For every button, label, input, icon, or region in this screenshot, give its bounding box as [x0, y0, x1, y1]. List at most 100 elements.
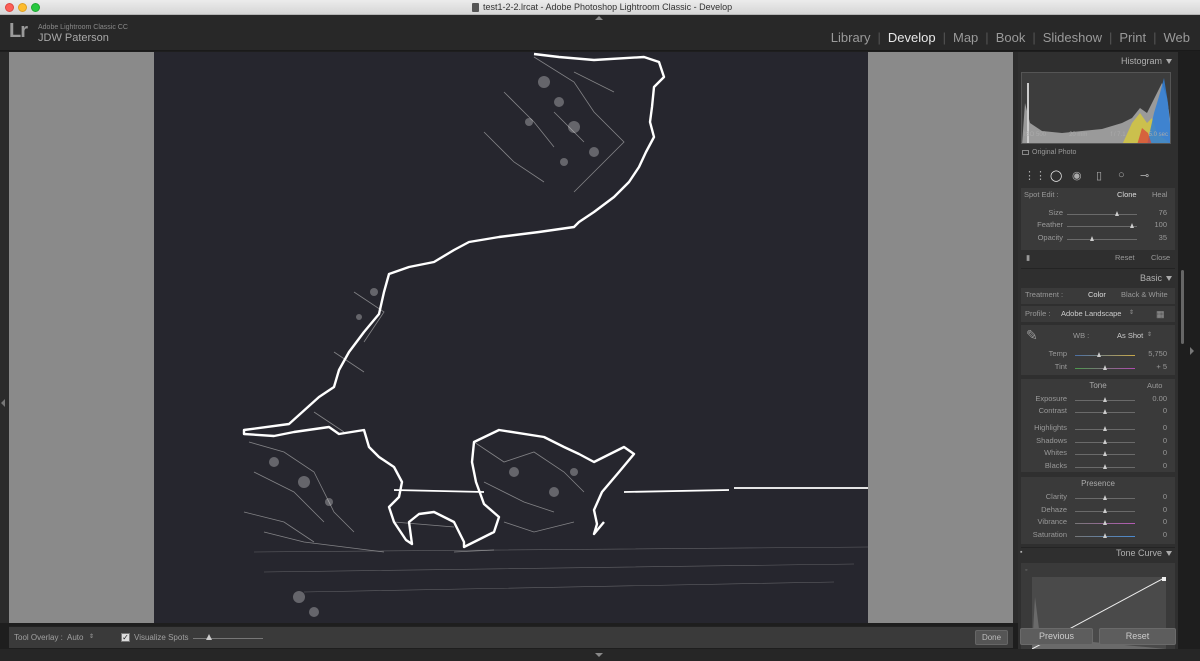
mask-toggle-icon[interactable]: ▮ — [1026, 253, 1030, 262]
clarity-value[interactable]: 0 — [1163, 492, 1167, 501]
highlights-slider-row[interactable]: Highlights 0 — [1021, 423, 1175, 435]
spot-reset-button[interactable]: Reset — [1115, 253, 1135, 262]
previous-button[interactable]: Previous — [1020, 628, 1093, 645]
right-panel-toggle-icon[interactable] — [1190, 347, 1194, 355]
target-adjust-icon[interactable]: ◦ — [1025, 567, 1027, 574]
dehaze-thumb[interactable] — [1103, 508, 1107, 513]
filmstrip-toggle-icon[interactable] — [595, 653, 603, 657]
feather-value[interactable]: 100 — [1154, 220, 1167, 229]
tone-curve-header[interactable]: ▪ Tone Curve — [1018, 546, 1178, 560]
collapse-triangle-icon[interactable] — [1166, 551, 1172, 557]
radial-filter-icon[interactable]: ○ — [1118, 169, 1125, 181]
size-slider-row[interactable]: Size 76 — [1021, 208, 1175, 220]
highlights-value[interactable]: 0 — [1163, 423, 1167, 432]
vibrance-thumb[interactable] — [1103, 520, 1107, 525]
temp-slider-row[interactable]: Temp 5,750 — [1021, 349, 1175, 361]
tone-auto-button[interactable]: Auto — [1147, 381, 1162, 390]
left-panel-toggle-icon[interactable] — [1, 399, 5, 407]
histogram-header[interactable]: Histogram — [1018, 54, 1178, 68]
saturation-slider-row[interactable]: Saturation 0 — [1021, 530, 1175, 542]
shadows-slider-row[interactable]: Shadows 0 — [1021, 436, 1175, 448]
module-develop[interactable]: Develop — [888, 30, 936, 45]
treatment-color-option[interactable]: Color — [1088, 290, 1106, 299]
photo-visualize-spots[interactable] — [154, 52, 868, 623]
contrast-slider-row[interactable]: Contrast 0 — [1021, 406, 1175, 418]
vibrance-slider-row[interactable]: Vibrance 0 — [1021, 517, 1175, 529]
dehaze-slider-row[interactable]: Dehaze 0 — [1021, 505, 1175, 517]
module-web[interactable]: Web — [1164, 30, 1191, 45]
collapse-triangle-icon[interactable] — [1166, 276, 1172, 282]
whites-slider-row[interactable]: Whites 0 — [1021, 448, 1175, 460]
visualize-spots-threshold-slider[interactable] — [193, 638, 263, 639]
original-photo-toggle[interactable]: Original Photo — [1022, 149, 1076, 156]
blacks-value[interactable]: 0 — [1163, 461, 1167, 470]
contrast-thumb[interactable] — [1103, 409, 1107, 414]
saturation-value[interactable]: 0 — [1163, 530, 1167, 539]
spot-removal-icon[interactable]: ◯ — [1050, 169, 1062, 182]
blacks-slider-row[interactable]: Blacks 0 — [1021, 461, 1175, 473]
module-library[interactable]: Library — [831, 30, 871, 45]
module-map[interactable]: Map — [953, 30, 978, 45]
module-print[interactable]: Print — [1119, 30, 1146, 45]
module-slideshow[interactable]: Slideshow — [1043, 30, 1102, 45]
profile-dropdown-icon[interactable]: ⇕ — [1129, 309, 1134, 316]
clarity-slider-row[interactable]: Clarity 0 — [1021, 492, 1175, 504]
reset-button[interactable]: Reset — [1099, 628, 1176, 645]
left-panel-edge[interactable] — [0, 52, 9, 623]
saturation-thumb[interactable] — [1103, 533, 1107, 538]
red-eye-icon[interactable]: ◉ — [1072, 169, 1082, 182]
collapse-triangle-icon[interactable] — [1166, 59, 1172, 65]
crop-overlay-icon[interactable]: ⋮⋮ — [1024, 169, 1046, 182]
feather-slider-row[interactable]: Feather 100 — [1021, 220, 1175, 232]
feather-track[interactable] — [1067, 226, 1137, 227]
visualize-spots-threshold-thumb[interactable] — [206, 634, 212, 640]
dehaze-value[interactable]: 0 — [1163, 505, 1167, 514]
exposure-slider-row[interactable]: Exposure 0.00 — [1021, 394, 1175, 406]
size-value[interactable]: 76 — [1159, 208, 1167, 217]
basic-header[interactable]: Basic — [1018, 271, 1178, 285]
clarity-thumb[interactable] — [1103, 495, 1107, 500]
feather-thumb[interactable] — [1130, 223, 1134, 228]
size-thumb[interactable] — [1115, 211, 1119, 216]
opacity-track[interactable] — [1067, 239, 1137, 240]
spot-close-button[interactable]: Close — [1151, 253, 1170, 262]
graduated-filter-icon[interactable]: ▯ — [1096, 169, 1102, 182]
opacity-value[interactable]: 35 — [1159, 233, 1167, 242]
treatment-bw-option[interactable]: Black & White — [1121, 290, 1168, 299]
close-window-button[interactable] — [5, 3, 14, 12]
exposure-value[interactable]: 0.00 — [1152, 394, 1167, 403]
tone-curve-toggle-icon[interactable]: ▪ — [1020, 546, 1022, 560]
profile-browser-icon[interactable]: ▦ — [1156, 309, 1165, 320]
wb-select[interactable]: As Shot — [1117, 331, 1143, 340]
tint-slider-row[interactable]: Tint + 5 — [1021, 362, 1175, 374]
wb-dropdown-icon[interactable]: ⇕ — [1147, 331, 1152, 338]
done-button[interactable]: Done — [975, 630, 1008, 645]
contrast-value[interactable]: 0 — [1163, 406, 1167, 415]
whites-thumb[interactable] — [1103, 451, 1107, 456]
zoom-window-button[interactable] — [31, 3, 40, 12]
tint-value[interactable]: + 5 — [1156, 362, 1167, 371]
temp-track[interactable] — [1075, 355, 1135, 356]
shadows-value[interactable]: 0 — [1163, 436, 1167, 445]
top-panel-toggle-icon[interactable] — [595, 16, 603, 20]
panel-scrollbar[interactable] — [1181, 270, 1184, 344]
temp-thumb[interactable] — [1097, 352, 1101, 357]
opacity-thumb[interactable] — [1090, 236, 1094, 241]
whites-value[interactable]: 0 — [1163, 448, 1167, 457]
vibrance-value[interactable]: 0 — [1163, 517, 1167, 526]
minimize-window-button[interactable] — [18, 3, 27, 12]
adjustment-brush-icon[interactable]: ⊸ — [1140, 169, 1149, 182]
visualize-spots-checkbox[interactable]: ✓ — [121, 633, 130, 642]
heal-option[interactable]: Heal — [1152, 190, 1167, 199]
blacks-thumb[interactable] — [1103, 464, 1107, 469]
temp-value[interactable]: 5,750 — [1148, 349, 1167, 358]
opacity-slider-row[interactable]: Opacity 35 — [1021, 233, 1175, 245]
image-canvas[interactable] — [9, 52, 1013, 623]
module-book[interactable]: Book — [996, 30, 1026, 45]
tool-overlay-select[interactable]: Auto — [67, 633, 83, 642]
exposure-thumb[interactable] — [1103, 397, 1107, 402]
tint-thumb[interactable] — [1103, 365, 1107, 370]
highlights-thumb[interactable] — [1103, 426, 1107, 431]
clone-option[interactable]: Clone — [1117, 190, 1137, 199]
profile-select[interactable]: Adobe Landscape — [1061, 309, 1121, 318]
